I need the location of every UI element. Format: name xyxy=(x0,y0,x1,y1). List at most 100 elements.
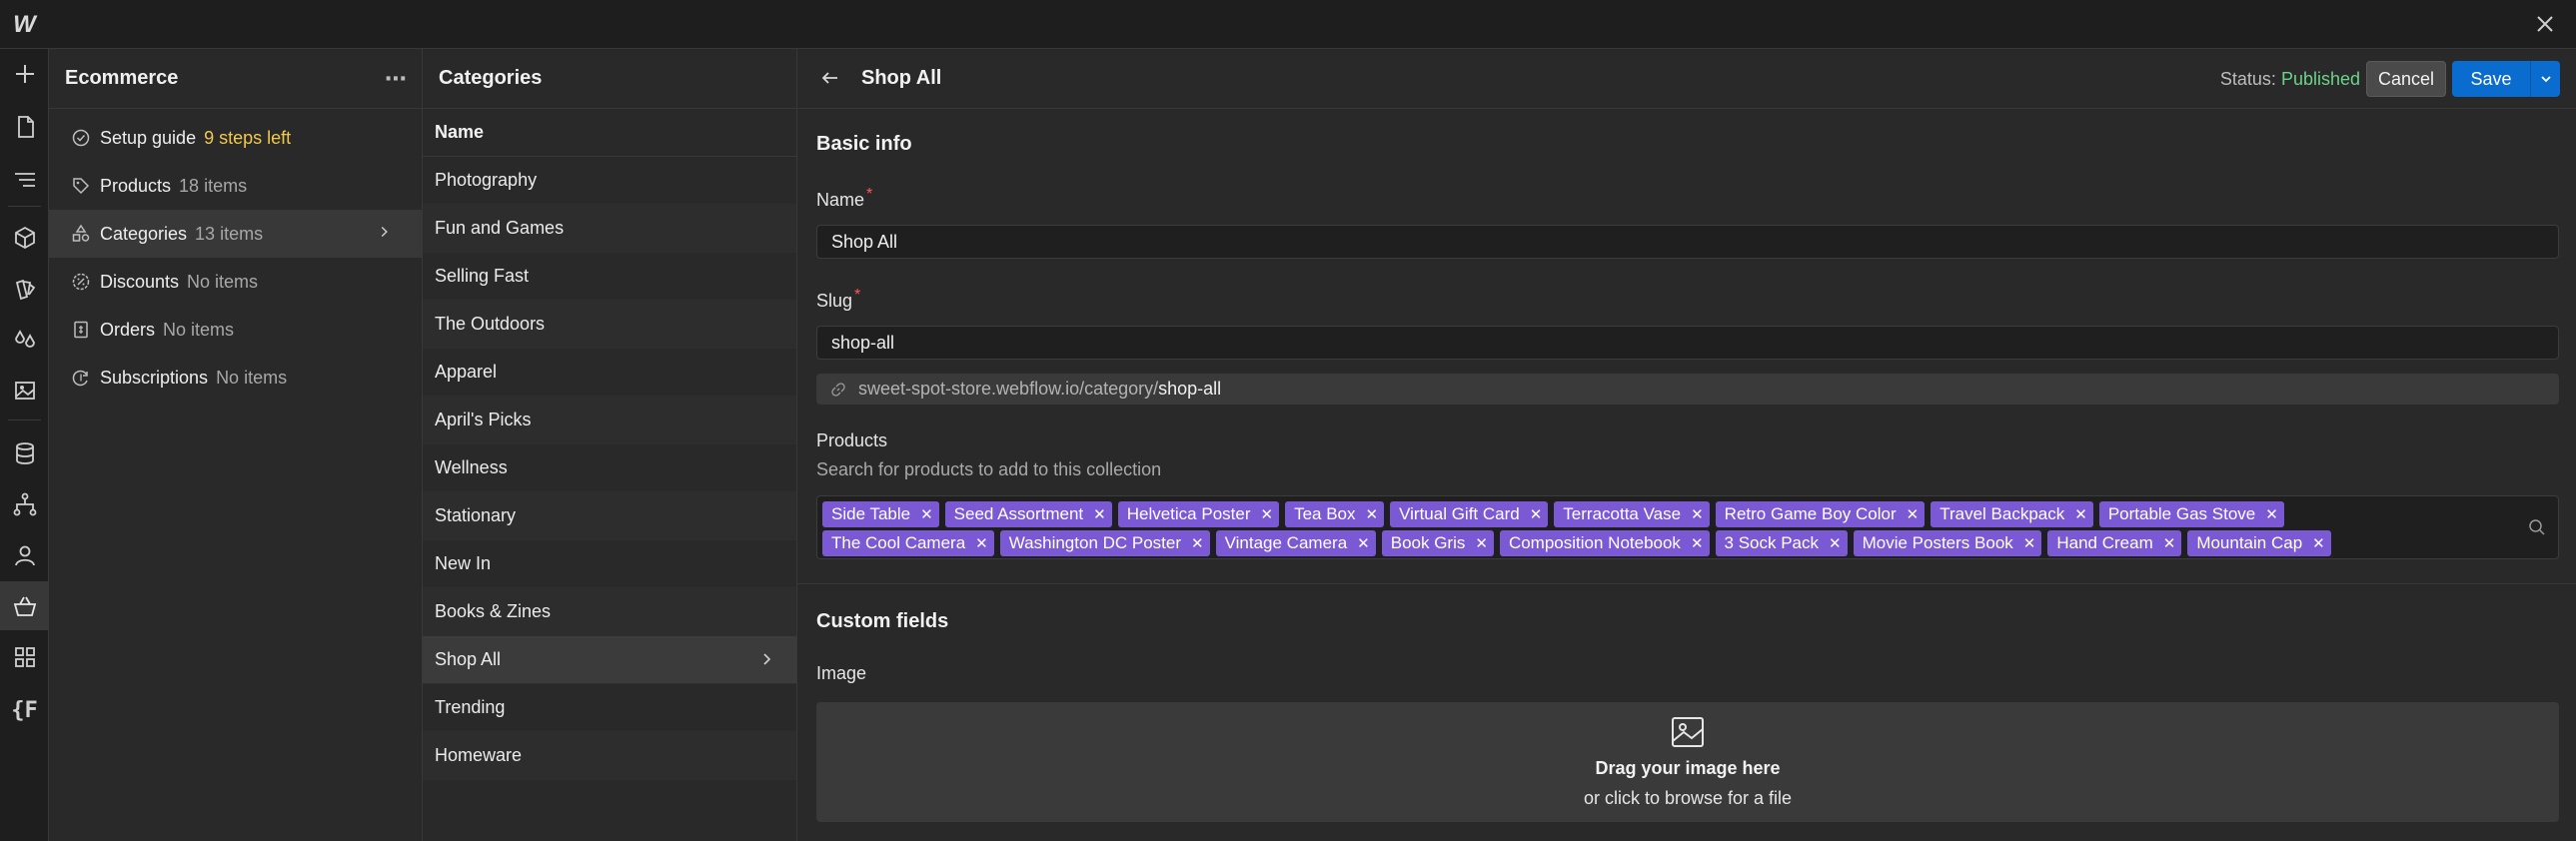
remove-tag-icon[interactable]: ✕ xyxy=(920,505,933,523)
code-icon[interactable]: {F xyxy=(0,686,49,735)
product-tag[interactable]: Helvetica Poster ✕ xyxy=(1117,500,1280,527)
category-row[interactable]: Books & Zines xyxy=(423,588,796,636)
image-dropzone[interactable]: Drag your image here or click to browse … xyxy=(816,702,2559,822)
product-tag[interactable]: The Cool Camera ✕ xyxy=(822,529,994,556)
users-icon[interactable] xyxy=(0,530,49,579)
top-bar: W xyxy=(0,0,2576,49)
navigator-icon[interactable] xyxy=(0,155,49,204)
nav-count: No items xyxy=(163,319,235,340)
search-icon[interactable] xyxy=(2526,516,2548,538)
ecommerce-title: Ecommerce xyxy=(65,67,179,89)
category-row[interactable]: April's Picks xyxy=(423,397,796,444)
assets-icon[interactable] xyxy=(0,366,49,415)
remove-tag-icon[interactable]: ✕ xyxy=(1691,534,1704,552)
chevron-down-icon[interactable] xyxy=(2531,72,2560,86)
remove-tag-icon[interactable]: ✕ xyxy=(1475,534,1488,552)
close-icon[interactable] xyxy=(2530,9,2560,39)
chevron-right-icon xyxy=(381,226,388,238)
remove-tag-icon[interactable]: ✕ xyxy=(1366,505,1379,523)
product-tag[interactable]: Portable Gas Stove ✕ xyxy=(2098,500,2284,527)
category-name: April's Picks xyxy=(435,410,532,429)
product-tag[interactable]: Seed Assortment ✕ xyxy=(944,500,1112,527)
back-arrow-icon[interactable] xyxy=(817,65,843,91)
nav-item-categories[interactable]: Categories 13 items xyxy=(49,210,422,258)
category-row-selected[interactable]: Shop All xyxy=(423,636,796,684)
product-tag[interactable]: Mountain Cap ✕ xyxy=(2187,529,2331,556)
category-row[interactable]: Stationary xyxy=(423,492,796,540)
products-multiselect[interactable]: Side Table ✕ Seed Assortment ✕ Helvetica P… xyxy=(816,495,2559,559)
category-row[interactable]: New In xyxy=(423,540,796,588)
remove-tag-icon[interactable]: ✕ xyxy=(1907,505,1920,523)
name-input[interactable] xyxy=(816,225,2559,259)
product-tag[interactable]: Terracotta Vase ✕ xyxy=(1554,500,1710,527)
remove-tag-icon[interactable]: ✕ xyxy=(2074,505,2087,523)
column-header-name[interactable]: Name xyxy=(423,109,796,157)
apps-icon[interactable] xyxy=(0,632,49,681)
remove-tag-icon[interactable]: ✕ xyxy=(2163,534,2176,552)
cancel-button[interactable]: Cancel xyxy=(2366,61,2446,97)
nav-item-products[interactable]: Products 18 items xyxy=(49,162,422,210)
product-tag[interactable]: Composition Notebook ✕ xyxy=(1499,529,1710,556)
product-tag[interactable]: Side Table ✕ xyxy=(822,500,939,527)
remove-tag-icon[interactable]: ✕ xyxy=(1357,534,1370,552)
remove-tag-icon[interactable]: ✕ xyxy=(1191,534,1204,552)
logic-icon[interactable] xyxy=(0,479,49,528)
category-row[interactable]: Trending xyxy=(423,684,796,732)
chevron-right-icon xyxy=(763,653,771,665)
remove-tag-icon[interactable]: ✕ xyxy=(2312,534,2325,552)
category-row[interactable]: Apparel xyxy=(423,349,796,397)
remove-tag-icon[interactable]: ✕ xyxy=(975,534,988,552)
nav-item-setup-guide[interactable]: Setup guide 9 steps left xyxy=(49,114,422,162)
product-tag[interactable]: Travel Backpack ✕ xyxy=(1931,500,2093,527)
category-name: Wellness xyxy=(435,457,508,477)
nav-item-orders[interactable]: Orders No items xyxy=(49,306,422,354)
remove-tag-icon[interactable]: ✕ xyxy=(1093,505,1106,523)
product-tag[interactable]: Retro Game Boy Color ✕ xyxy=(1715,500,1926,527)
nav-count: 13 items xyxy=(195,223,264,244)
nav-item-discounts[interactable]: Discounts No items xyxy=(49,258,422,306)
category-row[interactable]: Selling Fast xyxy=(423,253,796,301)
product-tag[interactable]: Tea Box ✕ xyxy=(1285,500,1385,527)
cms-icon[interactable] xyxy=(0,428,49,477)
product-tag[interactable]: Movie Posters Book ✕ xyxy=(1853,529,2042,556)
more-options-icon[interactable]: ⋯ xyxy=(385,66,408,92)
category-row[interactable]: Photography xyxy=(423,157,796,205)
product-tag[interactable]: Vintage Camera ✕ xyxy=(1215,529,1376,556)
styles-icon[interactable] xyxy=(0,264,49,313)
save-button[interactable]: Save xyxy=(2452,61,2560,97)
link-icon xyxy=(831,382,845,397)
remove-tag-icon[interactable]: ✕ xyxy=(1691,505,1704,523)
remove-tag-icon[interactable]: ✕ xyxy=(2023,534,2036,552)
remove-tag-icon[interactable]: ✕ xyxy=(1261,505,1274,523)
category-name: Homeware xyxy=(435,745,523,765)
remove-tag-icon[interactable]: ✕ xyxy=(1829,534,1842,552)
category-row[interactable]: Homeware xyxy=(423,732,796,780)
code-icon-label: {F xyxy=(11,698,38,723)
product-tag[interactable]: Washington DC Poster ✕ xyxy=(999,529,1210,556)
variables-icon[interactable] xyxy=(0,315,49,364)
tag-label: Washington DC Poster xyxy=(1008,532,1182,552)
components-icon[interactable] xyxy=(0,213,49,262)
remove-tag-icon[interactable]: ✕ xyxy=(2265,505,2278,523)
category-row[interactable]: The Outdoors xyxy=(423,301,796,349)
product-tag[interactable]: Hand Cream ✕ xyxy=(2047,529,2182,556)
category-row[interactable]: Fun and Games xyxy=(423,205,796,253)
products-label: Products xyxy=(816,430,888,450)
nav-item-subscriptions[interactable]: Subscriptions No items xyxy=(49,354,422,402)
ecommerce-icon[interactable] xyxy=(0,581,49,630)
page-icon[interactable] xyxy=(0,102,49,151)
tag-label: Travel Backpack xyxy=(1939,503,2065,523)
product-tag[interactable]: Book Gris ✕ xyxy=(1381,529,1494,556)
tag-label: Tea Box xyxy=(1294,503,1356,523)
category-row[interactable]: Wellness xyxy=(423,444,796,492)
webflow-logo[interactable]: W xyxy=(0,0,49,49)
product-tag[interactable]: 3 Sock Pack ✕ xyxy=(1715,529,1848,556)
categories-panel: Categories Name Photography Fun and Game… xyxy=(423,49,797,841)
nav-label: Products xyxy=(100,175,172,196)
category-name: Selling Fast xyxy=(435,266,530,286)
remove-tag-icon[interactable]: ✕ xyxy=(1530,505,1543,523)
tag-label: Hand Cream xyxy=(2056,532,2153,552)
slug-input[interactable] xyxy=(816,326,2559,360)
plus-icon[interactable] xyxy=(0,49,49,98)
product-tag[interactable]: Virtual Gift Card ✕ xyxy=(1390,500,1549,527)
